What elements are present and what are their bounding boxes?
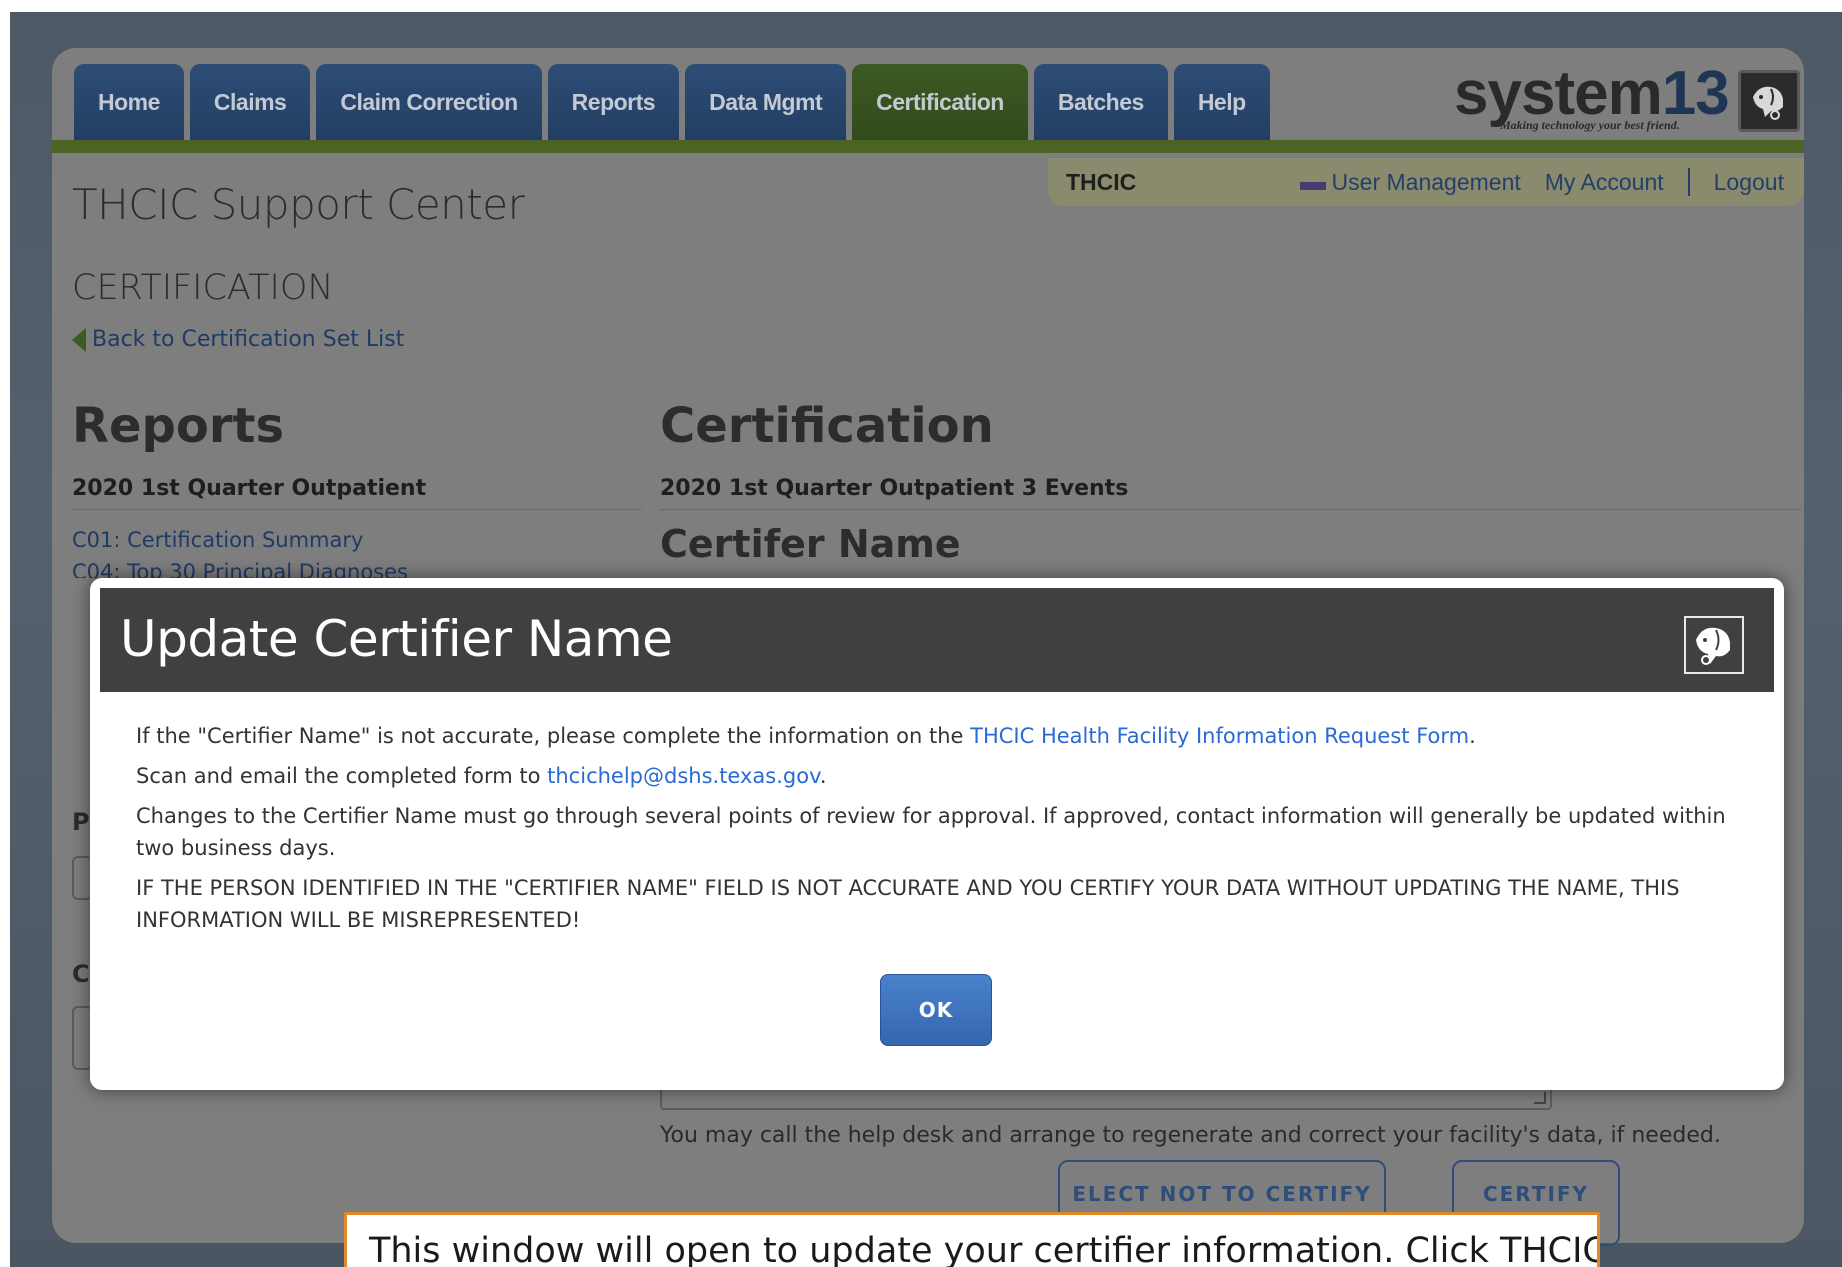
modal-header: Update Certifier Name xyxy=(100,588,1774,692)
reports-subheading: 2020 1st Quarter Outpatient xyxy=(72,476,642,510)
nav-tab-help[interactable]: Help xyxy=(1173,64,1270,140)
nav-tab-certification[interactable]: Certification xyxy=(852,64,1028,140)
org-label: THCIC xyxy=(1066,168,1137,195)
dog-logo-icon xyxy=(1738,70,1800,132)
nav-tab-claims[interactable]: Claims xyxy=(189,64,311,140)
modal-paragraph-1: If the "Certifier Name" is not accurate,… xyxy=(136,724,1476,748)
dog-logo-icon xyxy=(1684,616,1744,674)
nav-tab-data-mgmt[interactable]: Data Mgmt xyxy=(685,64,847,140)
window-edge-top xyxy=(0,0,1842,12)
instruction-callout: This window will open to update your cer… xyxy=(344,1212,1600,1267)
modal-paragraph-2: Scan and email the completed form to thc… xyxy=(136,764,827,788)
user-bar: THCIC User Management My Account Logout xyxy=(1048,158,1804,206)
help-email-link[interactable]: thcichelp@dshs.texas.gov xyxy=(547,764,820,788)
nav-tab-batches[interactable]: Batches xyxy=(1033,64,1168,140)
back-link-label: Back to Certification Set List xyxy=(92,327,405,352)
main-nav: Home Claims Claim Correction Reports Dat… xyxy=(74,64,1270,140)
report-link-c04[interactable]: C04: Top 30 Principal Diagnoses xyxy=(72,560,408,578)
obscured-heading-fragment-2: C xyxy=(72,960,90,988)
resize-grip-icon[interactable] xyxy=(1534,1092,1546,1104)
back-arrow-icon xyxy=(72,327,86,352)
user-management-icon xyxy=(1299,181,1326,190)
certification-heading: Certification xyxy=(660,398,994,454)
modal-warning: IF THE PERSON IDENTIFIED IN THE "CERTIFI… xyxy=(136,876,1680,932)
logo-tagline: Making technology your best friend. xyxy=(1500,118,1680,132)
divider xyxy=(1687,168,1690,196)
modal-body: If the "Certifier Name" is not accurate,… xyxy=(136,720,1756,944)
help-desk-note: You may call the help desk and arrange t… xyxy=(660,1123,1721,1148)
obscured-field-fragment-2 xyxy=(72,1006,92,1070)
certification-subheading: 2020 1st Quarter Outpatient 3 Events xyxy=(660,476,1802,510)
modal-paragraph-3: Changes to the Certifier Name must go th… xyxy=(136,804,1726,860)
nav-tab-claim-correction[interactable]: Claim Correction xyxy=(316,64,542,140)
nav-tab-reports[interactable]: Reports xyxy=(547,64,680,140)
window-edge-left xyxy=(0,0,10,1267)
back-to-certification-set-list-link[interactable]: Back to Certification Set List xyxy=(72,327,404,352)
request-form-link[interactable]: THCIC Health Facility Information Reques… xyxy=(970,724,1469,748)
obscured-field-fragment xyxy=(72,856,92,900)
site-title: THCIC Support Center xyxy=(72,180,525,229)
modal-title: Update Certifier Name xyxy=(120,610,673,668)
report-link-c01[interactable]: C01: Certification Summary xyxy=(72,528,363,552)
ok-button[interactable]: OK xyxy=(880,974,992,1046)
logout-link[interactable]: Logout xyxy=(1714,169,1784,196)
obscured-heading-fragment: P xyxy=(72,808,90,836)
user-management-link[interactable]: User Management xyxy=(1299,169,1521,196)
certifier-name-heading: Certifer Name xyxy=(660,522,961,566)
nav-tab-home[interactable]: Home xyxy=(74,64,184,140)
reports-heading: Reports xyxy=(72,398,285,454)
update-certifier-modal: Update Certifier Name If the "Certifier … xyxy=(90,578,1784,1090)
my-account-link[interactable]: My Account xyxy=(1545,169,1664,196)
system13-logo: system13 Making technology your best fri… xyxy=(1450,59,1800,144)
section-title: CERTIFICATION xyxy=(72,268,334,308)
